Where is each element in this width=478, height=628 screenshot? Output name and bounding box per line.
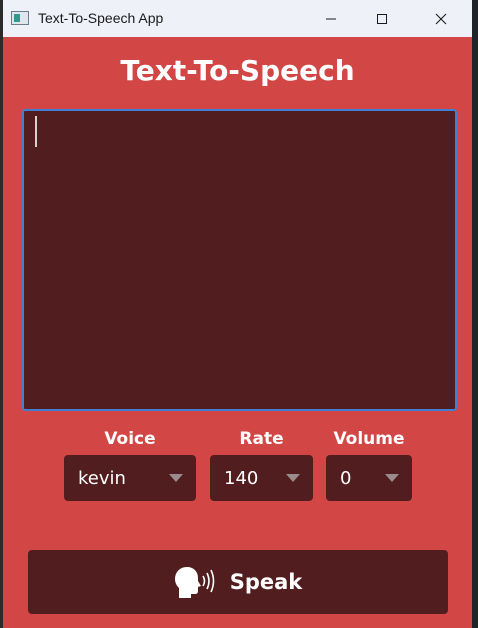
volume-label: Volume — [333, 429, 405, 449]
voice-label: Voice — [104, 429, 156, 449]
voice-selected-value: kevin — [78, 467, 126, 489]
close-button[interactable] — [418, 0, 464, 37]
window-title: Text-To-Speech App — [38, 10, 164, 26]
maximize-icon — [377, 13, 387, 24]
title-bar: Text-To-Speech App — [3, 0, 472, 37]
chevron-down-icon — [169, 474, 183, 482]
speak-button-label: Speak — [229, 570, 303, 594]
minimize-icon — [326, 18, 336, 19]
volume-dropdown[interactable]: 0 — [326, 455, 412, 501]
app-icon — [11, 11, 29, 25]
page-title: Text-To-Speech — [120, 54, 355, 87]
speak-button[interactable]: Speak — [28, 550, 448, 614]
chevron-down-icon — [286, 474, 300, 482]
rate-selected-value: 140 — [224, 467, 259, 489]
minimize-button[interactable] — [308, 0, 354, 37]
close-icon — [435, 13, 447, 24]
chevron-down-icon — [385, 474, 399, 482]
rate-label: Rate — [239, 429, 284, 449]
text-input[interactable] — [22, 109, 457, 411]
app-window: Text-To-Speech App Text-To-Speech Voice … — [3, 0, 472, 628]
maximize-button[interactable] — [359, 0, 405, 37]
rate-dropdown[interactable]: 140 — [210, 455, 313, 501]
voice-dropdown[interactable]: kevin — [64, 455, 196, 501]
text-cursor — [35, 116, 37, 147]
volume-selected-value: 0 — [340, 467, 352, 489]
background-window-edge — [472, 0, 478, 628]
speaking-head-icon — [174, 565, 218, 599]
